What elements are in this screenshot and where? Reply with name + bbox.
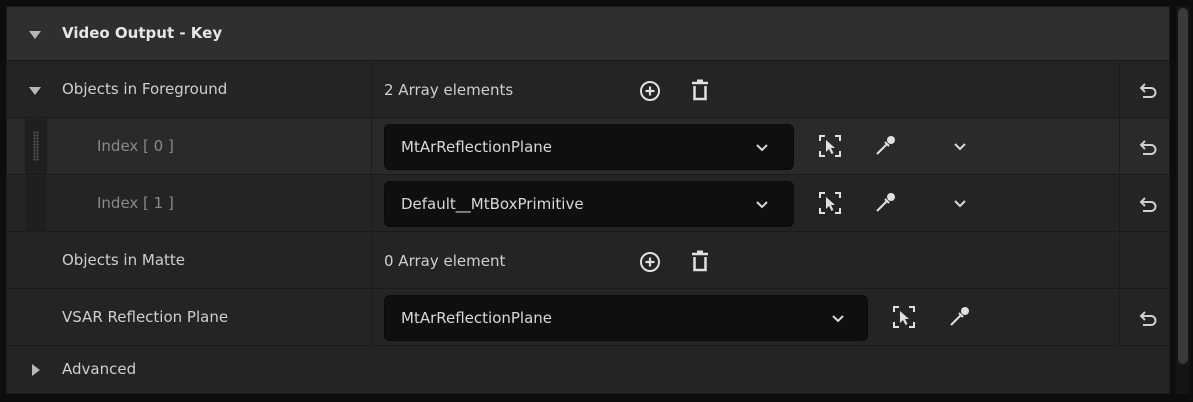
chevron-down-icon [756,144,768,152]
index-label: Index [ 1 ] [97,194,174,212]
column-divider [1119,119,1120,174]
reset-to-default-icon [1139,197,1157,212]
add-element-icon [640,252,660,272]
column-divider [371,119,372,174]
column-divider [1119,233,1120,288]
reset-to-default-button[interactable] [1134,306,1160,332]
reset-to-default-icon [1139,83,1157,98]
index-label: Index [ 0 ] [97,137,174,155]
chevron-down-icon [832,315,844,323]
reset-to-default-button[interactable] [1134,78,1160,104]
advanced-label: Advanced [62,360,137,378]
eyedropper-icon [876,136,895,155]
delete-all-button[interactable] [687,77,713,103]
expand-options-chevron-icon[interactable] [951,195,969,213]
array-index-strip [25,176,47,231]
property-row-index-0: Index [ 0 ] MtArReflectionPlane [7,119,1169,175]
property-row-vsar-reflection-plane: VSAR Reflection Plane MtArReflectionPlan… [7,290,1169,346]
scrollbar-thumb[interactable] [1178,8,1188,364]
drag-handle-icon[interactable] [33,131,39,161]
details-panel: Video Output - Key Objects in Foreground… [6,6,1170,394]
property-row-objects-in-matte: Objects in Matte 0 Array element [7,233,1169,289]
column-divider [1119,176,1120,231]
eyedropper-button[interactable] [946,304,972,330]
add-element-icon [640,81,660,101]
expand-arrow-icon[interactable] [32,364,40,376]
section-title: Video Output - Key [62,24,223,42]
delete-all-button[interactable] [687,248,713,274]
column-divider [1119,62,1120,117]
object-picker-dropdown[interactable]: MtArReflectionPlane [384,124,794,170]
column-divider [371,62,372,117]
selected-object: MtArReflectionPlane [401,138,553,156]
array-count: 0 Array element [384,252,506,270]
chevron-down-icon [756,201,768,209]
property-label: Objects in Foreground [62,80,228,98]
delete-all-icon [692,250,708,272]
property-label: Objects in Matte [62,251,186,269]
object-picker-dropdown[interactable]: Default__MtBoxPrimitive [384,181,794,227]
reset-to-default-button[interactable] [1134,192,1160,218]
select-actor-icon [819,135,841,157]
eyedropper-icon [876,193,895,212]
object-picker-dropdown[interactable]: MtArReflectionPlane [384,295,868,341]
array-index-strip [25,119,47,174]
expand-options-chevron-icon[interactable] [951,138,969,156]
selected-object: MtArReflectionPlane [401,309,553,327]
select-actor-button[interactable] [817,133,843,159]
selected-object: Default__MtBoxPrimitive [401,195,584,213]
column-divider [371,176,372,231]
eyedropper-button[interactable] [872,190,898,216]
add-element-button[interactable] [637,78,663,104]
select-actor-button[interactable] [891,304,917,330]
select-actor-button[interactable] [817,190,843,216]
property-row-objects-in-foreground: Objects in Foreground 2 Array elements [7,62,1169,118]
column-divider [371,233,372,288]
property-row-index-1: Index [ 1 ] Default__MtBoxPrimitive [7,176,1169,232]
reset-to-default-icon [1139,311,1157,326]
expand-arrow-icon[interactable] [29,31,41,39]
select-actor-icon [819,192,841,214]
advanced-section-header[interactable]: Advanced [7,347,1169,393]
expand-arrow-icon[interactable] [29,87,41,95]
eyedropper-icon [950,307,969,326]
add-element-button[interactable] [637,249,663,275]
select-actor-icon [893,306,915,328]
reset-to-default-button[interactable] [1134,135,1160,161]
eyedropper-button[interactable] [872,133,898,159]
array-count: 2 Array elements [384,81,514,99]
reset-to-default-icon [1139,140,1157,155]
column-divider [371,290,372,345]
delete-all-icon [692,79,708,101]
property-label: VSAR Reflection Plane [62,308,229,326]
section-header-video-output-key[interactable]: Video Output - Key [7,7,1169,61]
column-divider [1119,290,1120,345]
